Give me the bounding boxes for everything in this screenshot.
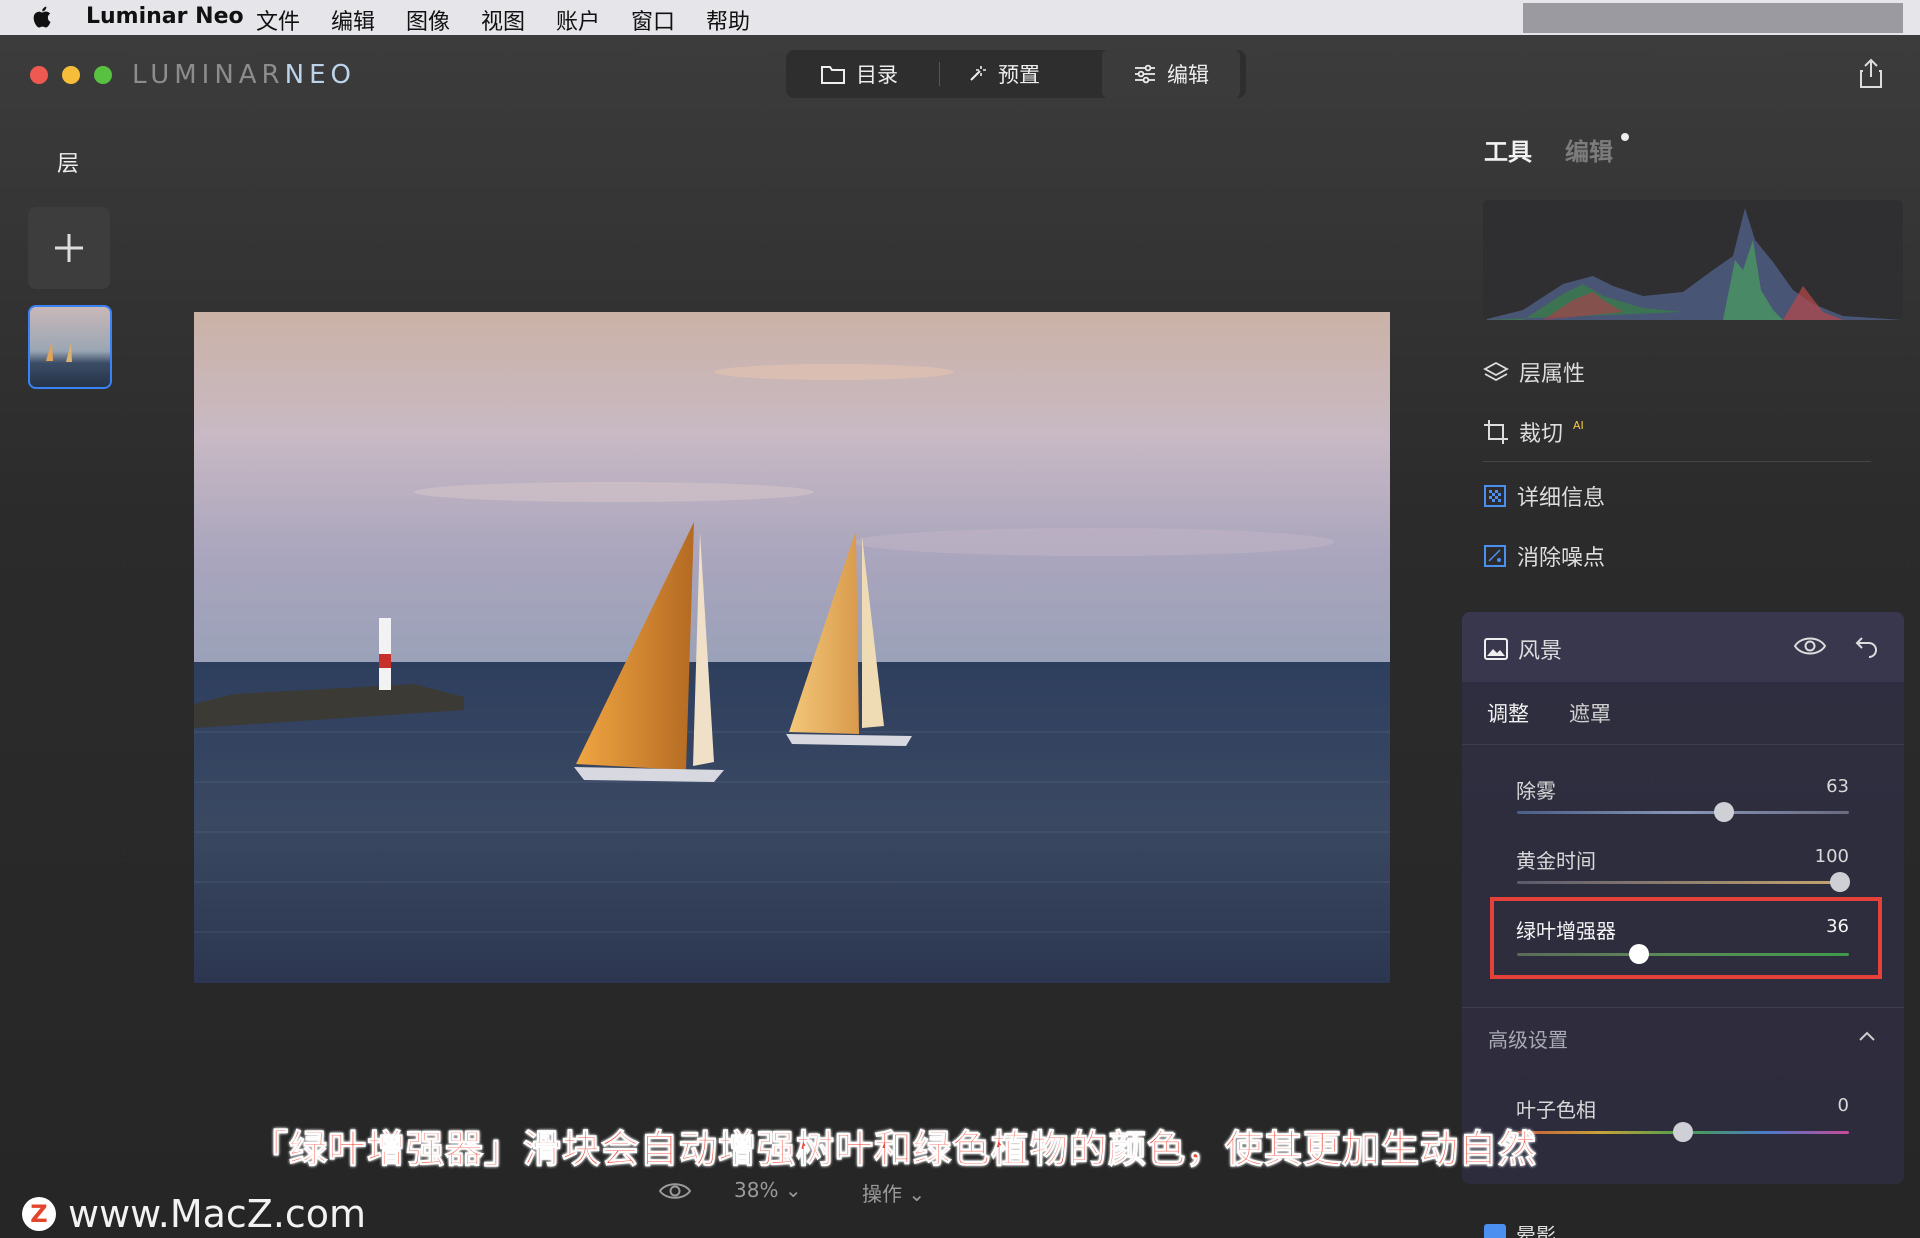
menu-file[interactable]: 文件 xyxy=(256,4,300,36)
golden-hour-label: 黄金时间 xyxy=(1516,849,1596,873)
plus-icon xyxy=(55,234,83,262)
menubar-status-area xyxy=(1523,3,1903,33)
menu-edit[interactable]: 编辑 xyxy=(331,4,375,36)
menu-view[interactable]: 视图 xyxy=(481,4,525,36)
golden-hour-slider-handle[interactable] xyxy=(1830,872,1850,892)
nav-divider xyxy=(939,62,940,86)
advanced-divider xyxy=(1462,1007,1904,1008)
tab-edit-label: 编辑 xyxy=(1167,63,1209,87)
tab-presets[interactable]: 预置 xyxy=(966,50,1076,98)
tool-crop[interactable]: 裁切 AI xyxy=(1483,416,1584,448)
add-layer-button[interactable] xyxy=(28,207,110,289)
actions-dropdown[interactable]: 操作 ⌄ xyxy=(862,1178,925,1207)
share-icon[interactable] xyxy=(1858,57,1884,89)
actions-label: 操作 xyxy=(862,1182,902,1206)
zoom-value: 38% xyxy=(734,1178,779,1202)
vignette-icon xyxy=(1484,1224,1506,1238)
histogram xyxy=(1483,200,1903,320)
tab-presets-label: 预置 xyxy=(998,63,1040,87)
chevron-down-icon: ⌄ xyxy=(908,1182,926,1206)
layers-icon xyxy=(1483,361,1509,382)
sliders-icon xyxy=(1135,64,1155,84)
chevron-down-icon: ⌄ xyxy=(784,1178,802,1202)
eye-icon xyxy=(658,1183,692,1199)
folder-icon xyxy=(821,66,845,84)
tab-edits[interactable]: 编辑 xyxy=(1565,132,1613,167)
tool-crop-label: 裁切 xyxy=(1519,422,1564,447)
zoom-window-button[interactable] xyxy=(94,66,112,84)
edits-indicator-dot xyxy=(1621,133,1629,141)
tab-catalog[interactable]: 目录 xyxy=(820,50,930,98)
sailboat-thumbnail-image xyxy=(46,341,72,362)
tutorial-caption: 「绿叶增强器」滑块会自动增强树叶和绿色植物的颜色，使其更加生动自然 xyxy=(249,1127,1538,1172)
dehaze-slider-handle[interactable] xyxy=(1714,802,1734,822)
leaf-hue-slider-handle[interactable] xyxy=(1673,1122,1693,1142)
apple-icon[interactable] xyxy=(30,4,56,30)
menu-account[interactable]: 账户 xyxy=(556,4,600,36)
dehaze-label: 除雾 xyxy=(1516,779,1556,803)
image-icon xyxy=(1484,638,1508,660)
magic-wand-icon xyxy=(970,66,986,81)
tab-catalog-label: 目录 xyxy=(856,63,898,87)
app-menu[interactable]: Luminar Neo xyxy=(86,4,244,29)
tool-denoise-label: 消除噪点 xyxy=(1517,546,1606,571)
menu-image[interactable]: 图像 xyxy=(406,4,450,36)
tab-mask[interactable]: 遮罩 xyxy=(1569,698,1611,728)
tools-divider xyxy=(1483,461,1871,462)
landscape-title[interactable]: 风景 xyxy=(1484,633,1562,665)
denoise-icon xyxy=(1484,545,1506,567)
ai-badge: AI xyxy=(1573,418,1584,432)
panel-divider xyxy=(1462,744,1904,745)
details-icon xyxy=(1484,485,1506,507)
tool-details-label: 详细信息 xyxy=(1517,486,1606,511)
tool-denoise[interactable]: 消除噪点 xyxy=(1483,540,1605,572)
zoom-dropdown[interactable]: 38% ⌄ xyxy=(734,1178,802,1202)
crop-icon xyxy=(1484,420,1508,444)
tab-adjust[interactable]: 调整 xyxy=(1487,698,1529,728)
menu-help[interactable]: 帮助 xyxy=(706,4,750,36)
landscape-title-label: 风景 xyxy=(1518,639,1563,664)
eye-icon[interactable] xyxy=(1793,634,1827,658)
leaf-hue-value: 0 xyxy=(1837,1095,1849,1116)
tab-edit[interactable]: 编辑 xyxy=(1102,50,1240,98)
golden-hour-value: 100 xyxy=(1814,846,1849,867)
main-photo xyxy=(194,312,1390,983)
layer-thumbnail[interactable] xyxy=(28,305,112,389)
tab-tools[interactable]: 工具 xyxy=(1484,132,1532,167)
tool-layer-properties-label: 层属性 xyxy=(1519,362,1586,387)
dehaze-value: 63 xyxy=(1826,776,1849,797)
brand-accent: NEO xyxy=(284,60,356,90)
highlight-box xyxy=(1490,897,1882,979)
watermark-logo-icon: Z xyxy=(22,1197,56,1231)
dehaze-slider-track[interactable] xyxy=(1517,811,1849,814)
menu-window[interactable]: 窗口 xyxy=(631,4,675,36)
chevron-up-icon[interactable] xyxy=(1858,1030,1876,1042)
brand-main: LUMINAR xyxy=(132,60,285,90)
layers-title: 层 xyxy=(57,152,80,177)
close-window-button[interactable] xyxy=(30,66,48,84)
preview-toggle[interactable] xyxy=(658,1180,692,1207)
top-navigation: 目录 预置 编辑 xyxy=(786,50,1246,98)
tool-layer-properties[interactable]: 层属性 xyxy=(1483,356,1585,388)
undo-icon[interactable] xyxy=(1854,634,1880,658)
advanced-settings-label[interactable]: 高级设置 xyxy=(1488,1024,1568,1053)
watermark-text: www.MacZ.com xyxy=(68,1192,367,1236)
golden-hour-slider-track[interactable] xyxy=(1517,881,1849,884)
minimize-window-button[interactable] xyxy=(62,66,80,84)
tool-details[interactable]: 详细信息 xyxy=(1483,480,1605,512)
tool-vignette-label[interactable]: 晕影 xyxy=(1516,1222,1556,1238)
menu-bar: Luminar Neo 文件 编辑 图像 视图 账户 窗口 帮助 xyxy=(0,0,1920,35)
app-logo: LUMINARNEO xyxy=(132,60,356,90)
watermark: Z www.MacZ.com xyxy=(22,1192,366,1236)
